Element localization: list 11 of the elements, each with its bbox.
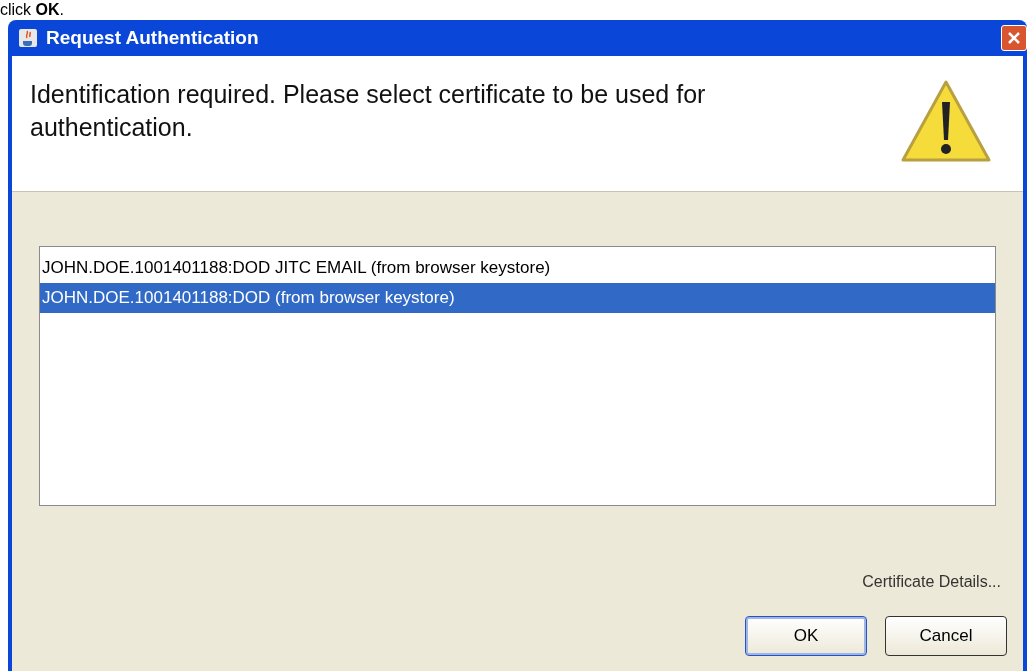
certificate-item[interactable]: JOHN.DOE.1001401188:DOD JITC EMAIL (from browser keystore) [40, 253, 995, 283]
dialog-button[interactable]: Cancel [885, 616, 1007, 656]
caption-text: click OK. [0, 0, 64, 20]
dialog-button[interactable]: OK [745, 616, 867, 656]
certificate-details-link[interactable]: Certificate Details... [862, 570, 1001, 594]
java-cup-icon [18, 28, 38, 48]
close-icon [1007, 31, 1021, 45]
close-button[interactable] [1001, 25, 1027, 51]
message-text: Identification required. Please select certificate to be used for authentication. [30, 79, 707, 143]
window-title: Request Authentication [46, 25, 260, 50]
certificate-item[interactable]: JOHN.DOE.1001401188:DOD (from browser keystore) [40, 283, 995, 313]
